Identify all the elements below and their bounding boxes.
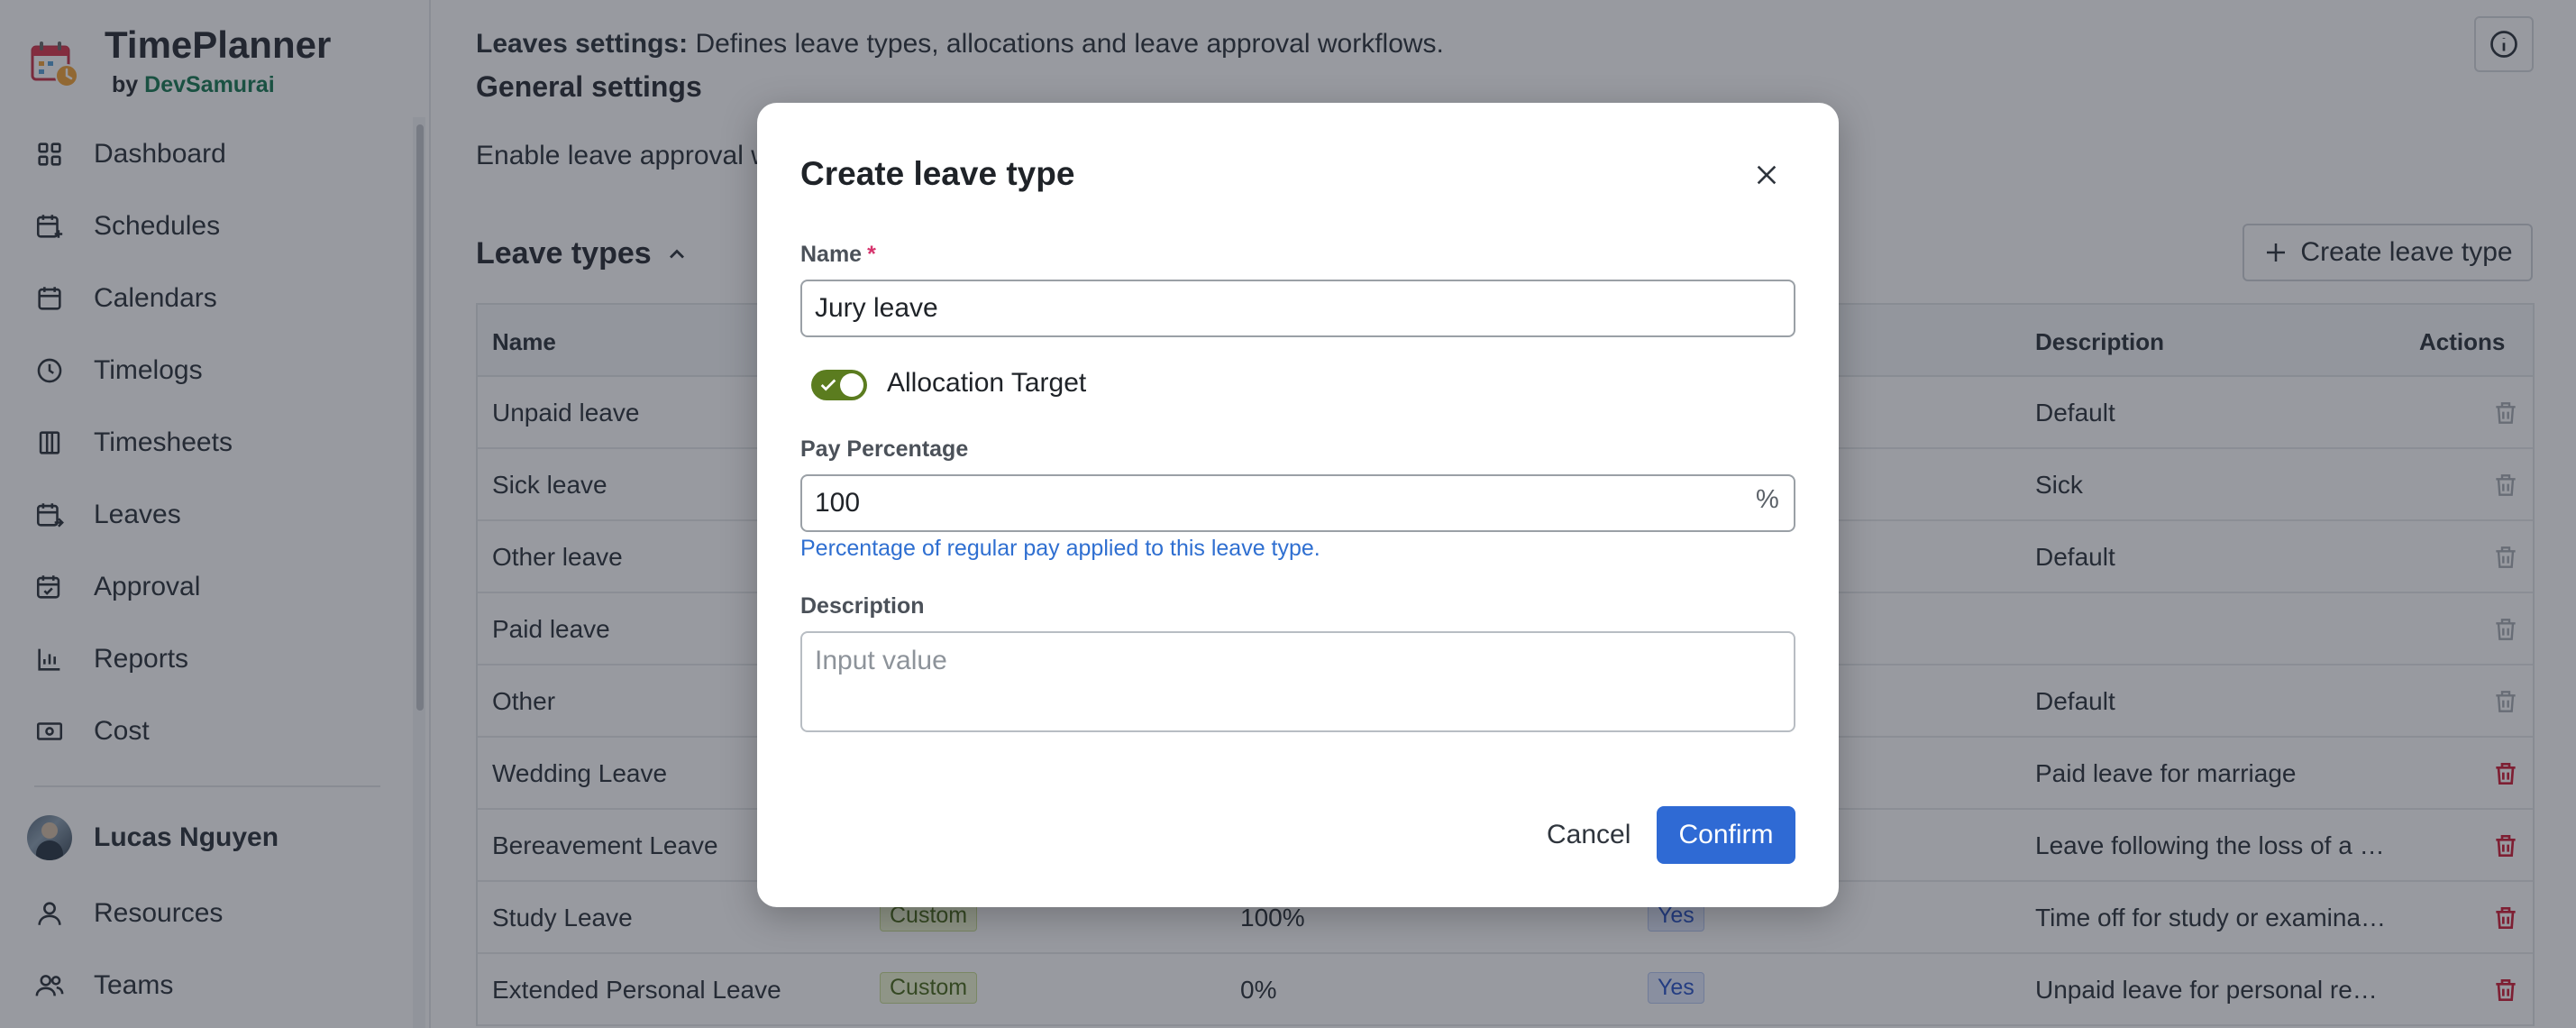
name-input[interactable]	[800, 280, 1795, 337]
confirm-button[interactable]: Confirm	[1657, 806, 1795, 864]
pay-percentage-input[interactable]	[800, 474, 1795, 532]
check-icon	[820, 379, 836, 391]
pay-percentage-hint: Percentage of regular pay applied to thi…	[800, 536, 1320, 561]
percent-suffix: %	[1756, 485, 1779, 514]
pay-percentage-label: Pay Percentage	[800, 436, 969, 462]
required-mark: *	[867, 242, 876, 267]
name-label: Name *	[800, 242, 876, 268]
description-label: Description	[800, 593, 925, 619]
dialog-title: Create leave type	[800, 155, 1075, 192]
allocation-target-toggle[interactable]	[811, 370, 867, 400]
create-leave-type-dialog: Create leave type Name* Allocation Targe…	[757, 103, 1839, 907]
name-label-text: Name	[800, 242, 863, 267]
allocation-target-label: Allocation Target	[887, 368, 1087, 398]
cancel-button[interactable]: Cancel	[1532, 806, 1645, 864]
close-icon	[1757, 165, 1777, 185]
description-textarea[interactable]	[800, 631, 1795, 732]
close-button[interactable]	[1749, 157, 1785, 193]
toggle-knob	[840, 373, 863, 397]
